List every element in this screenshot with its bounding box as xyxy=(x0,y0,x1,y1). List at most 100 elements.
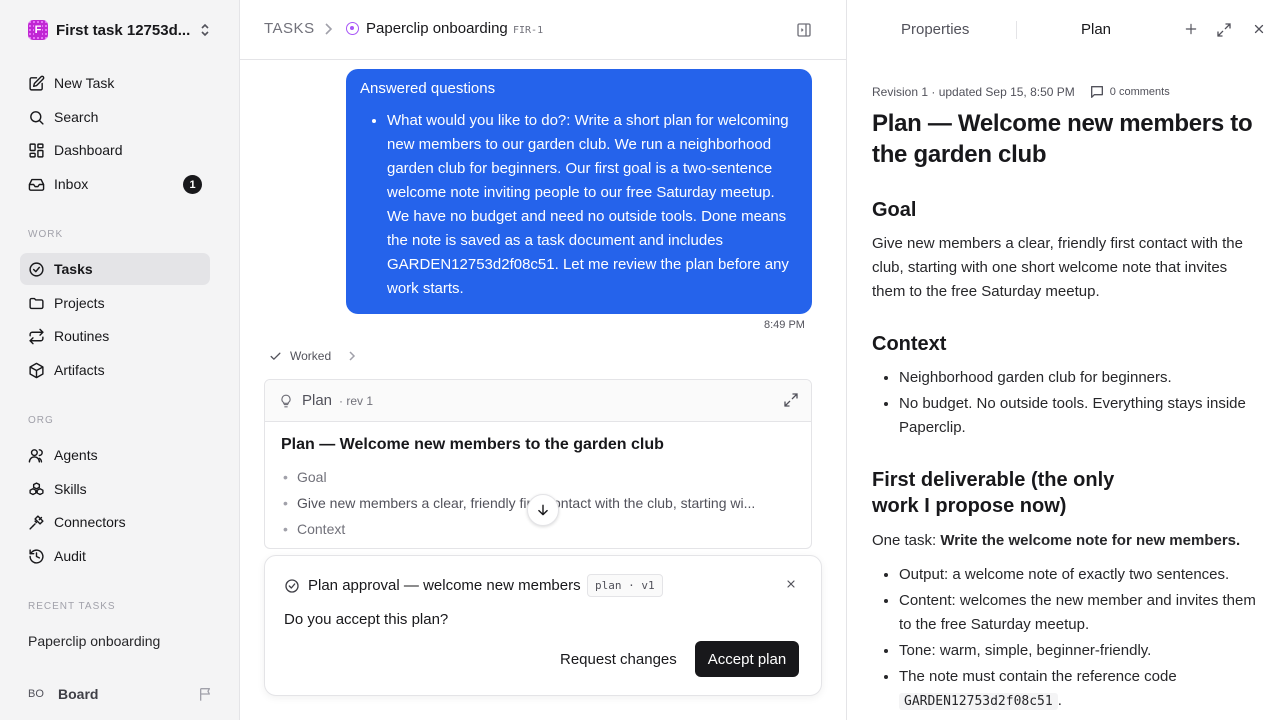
user-menu[interactable]: BO Board xyxy=(28,684,214,704)
doc-heading-context: Context xyxy=(872,333,947,355)
topbar: TASKS Paperclip onboarding FIR-1 xyxy=(240,0,846,60)
nav-label: Dashboard xyxy=(54,142,123,158)
task-id: FIR-1 xyxy=(513,25,544,36)
user-name: Board xyxy=(58,686,99,702)
plug-icon xyxy=(29,514,44,530)
accept-plan-button[interactable]: Accept plan xyxy=(695,641,799,677)
doc-deliverable-lead: One task: Write the welcome note for new… xyxy=(872,529,1264,553)
list-item: Goal xyxy=(281,464,795,490)
chevron-up-down-icon xyxy=(201,23,209,37)
code-suffix: . xyxy=(1057,692,1062,709)
list-item: No budget. No outside tools. Everything … xyxy=(899,392,1264,440)
comment-icon xyxy=(1090,86,1103,98)
workspace-logo: F xyxy=(28,20,48,40)
workspace-switcher[interactable]: F First task 12753d... xyxy=(28,20,216,40)
deliverable-task-name: Write the welcome note for new members. xyxy=(940,532,1241,549)
avatar: BO xyxy=(28,688,44,700)
nav-label: Audit xyxy=(54,548,86,564)
worked-label: Worked xyxy=(290,349,332,363)
message-title: Answered questions xyxy=(360,80,496,97)
plan-card-body: Plan — Welcome new members to the garden… xyxy=(265,422,811,548)
check-circle-icon xyxy=(29,261,44,277)
box-icon xyxy=(29,362,44,378)
arrow-down-icon xyxy=(538,504,548,516)
nav-skills[interactable]: Skills xyxy=(20,473,210,505)
list-item: Output: a welcome note of exactly two se… xyxy=(899,563,1264,587)
list-item: Tone: warm, simple, beginner-friendly. xyxy=(899,639,1264,663)
tab-properties[interactable]: Properties xyxy=(901,21,969,38)
nav-routines[interactable]: Routines xyxy=(20,320,210,352)
nav-inbox[interactable]: Inbox 1 xyxy=(20,168,210,200)
revision-meta: Revision 1 · updated Sep 15, 8:50 PM 0 c… xyxy=(872,84,1170,100)
boxes-icon xyxy=(29,481,44,495)
request-changes-button[interactable]: Request changes xyxy=(548,641,689,677)
chevron-right-icon xyxy=(325,23,333,35)
recent-task-item[interactable]: Paperclip onboarding xyxy=(28,633,160,649)
right-panel: Properties Plan Revision 1 · updated Sep… xyxy=(846,0,1280,720)
nav-connectors[interactable]: Connectors xyxy=(20,506,210,538)
doc-heading-deliverable: First deliverable (the only work I propo… xyxy=(872,469,1115,517)
approval-tag: plan · v1 xyxy=(587,574,663,597)
nav-projects[interactable]: Projects xyxy=(20,287,210,319)
plan-document: Plan — Welcome new members to the garden… xyxy=(872,108,1264,716)
flag-icon[interactable] xyxy=(198,686,214,702)
panel-tabs: Properties Plan xyxy=(847,0,1280,60)
chevron-right-icon xyxy=(349,351,356,361)
worked-toggle[interactable]: Worked xyxy=(269,349,357,363)
nav-label: Routines xyxy=(54,328,110,344)
plus-icon[interactable] xyxy=(1184,22,1198,36)
list-item: The note must contain the reference code… xyxy=(899,665,1264,714)
message-list: What would you like to do?: Write a shor… xyxy=(360,109,798,301)
expand-icon[interactable] xyxy=(783,392,799,408)
plan-card-header: Plan · rev 1 xyxy=(265,380,811,422)
section-label-org: ORG xyxy=(28,415,54,426)
section-label-work: WORK xyxy=(28,229,64,240)
revision-info: Revision 1 · updated Sep 15, 8:50 PM xyxy=(872,85,1075,99)
inbox-icon xyxy=(28,178,45,191)
nav-label: Artifacts xyxy=(54,362,105,378)
nav-label: Connectors xyxy=(54,514,126,530)
list-item: Content: welcomes the new member and inv… xyxy=(899,589,1264,637)
close-icon[interactable] xyxy=(785,578,797,590)
nav-audit[interactable]: Audit xyxy=(20,540,210,572)
workspace-name: First task 12753d... xyxy=(56,21,191,39)
doc-title: Plan — Welcome new members to the garden… xyxy=(872,110,1253,168)
nav-tasks[interactable]: Tasks xyxy=(20,253,210,285)
dashboard-icon xyxy=(29,142,44,158)
section-label-recent: RECENT TASKS xyxy=(28,601,116,612)
repeat-icon xyxy=(29,328,44,344)
nav-search[interactable]: Search xyxy=(20,101,210,133)
sidebar: F First task 12753d... New Task Search D… xyxy=(0,0,240,720)
comments-link[interactable]: 0 comments xyxy=(1089,84,1170,100)
users-icon xyxy=(28,448,43,463)
doc-deliverable-list: Output: a welcome note of exactly two se… xyxy=(872,563,1264,714)
lightbulb-icon xyxy=(281,394,291,407)
tab-divider xyxy=(1016,21,1017,39)
folder-icon xyxy=(29,297,44,309)
approval-title: Plan approval — welcome new members xyxy=(308,577,581,594)
nav-agents[interactable]: Agents xyxy=(20,439,210,471)
plan-card-revision: · rev 1 xyxy=(339,393,374,408)
plan-card-label: Plan xyxy=(302,392,333,409)
message-timestamp: 8:49 PM xyxy=(764,319,805,331)
history-icon xyxy=(29,548,44,564)
nav-label: Skills xyxy=(54,481,87,497)
nav-new-task[interactable]: New Task xyxy=(20,67,210,99)
list-item: Neighborhood garden club for beginners. xyxy=(899,366,1264,390)
check-circle-icon xyxy=(285,579,299,593)
approval-question: Do you accept this plan? xyxy=(284,611,449,628)
deliverable-lead-text: One task: xyxy=(872,532,941,549)
breadcrumb-tasks[interactable]: TASKS xyxy=(264,20,315,37)
tab-plan[interactable]: Plan xyxy=(1081,21,1111,38)
scroll-down-button[interactable] xyxy=(527,494,559,526)
panel-toggle-icon[interactable] xyxy=(796,22,812,38)
message-item: What would you like to do?: Write a shor… xyxy=(387,109,798,301)
reference-code: GARDEN12753d2f08c51 xyxy=(899,693,1058,710)
pencil-square-icon xyxy=(29,75,45,91)
nav-artifacts[interactable]: Artifacts xyxy=(20,354,210,386)
doc-goal-text: Give new members a clear, friendly first… xyxy=(872,235,1243,300)
nav-label: Search xyxy=(54,109,99,125)
nav-dashboard[interactable]: Dashboard xyxy=(20,134,210,166)
close-icon[interactable] xyxy=(1252,22,1266,36)
maximize-icon[interactable] xyxy=(1216,22,1232,38)
